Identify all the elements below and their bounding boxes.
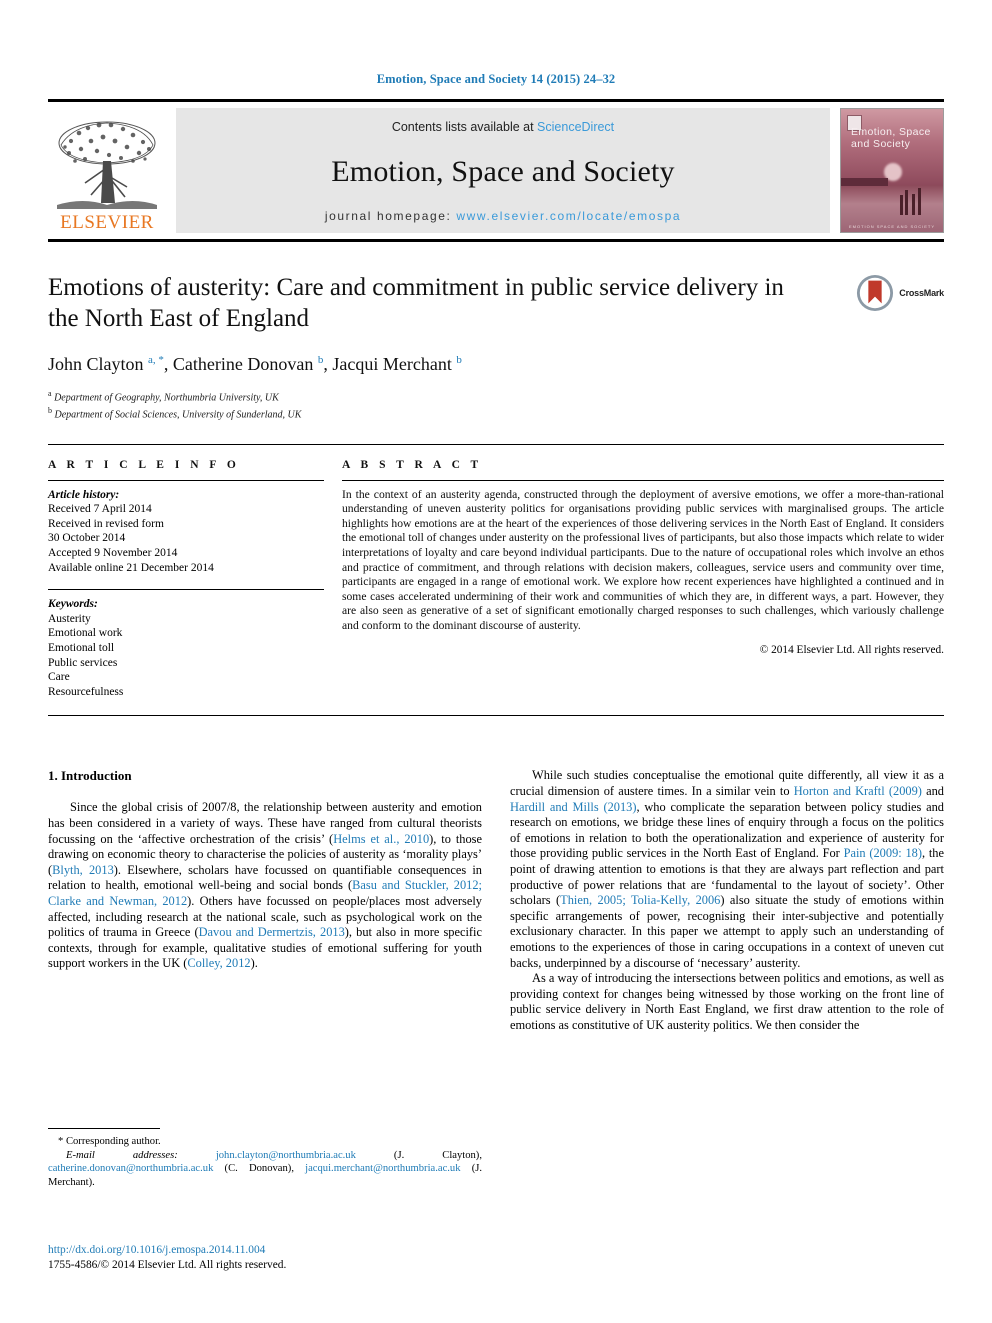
email-link[interactable]: jacqui.merchant@northumbria.ac.uk [305, 1163, 460, 1174]
abstract-column: A B S T R A C T In the context of an aus… [342, 459, 944, 700]
email-owner-name: (J. Clayton), [355, 1149, 482, 1161]
keyword-item: Resourcefulness [48, 685, 124, 698]
elsevier-logo: ELSEVIER [48, 108, 166, 233]
footnote-block: * Corresponding author. E-mail addresses… [48, 1128, 482, 1189]
text-run: and [921, 783, 944, 798]
paragraph: As a way of introducing the intersection… [510, 971, 944, 1033]
elsevier-tree-icon [57, 121, 157, 209]
crossmark-badge[interactable]: CrossMark [856, 274, 944, 312]
history-item: Available online 21 December 2014 [48, 561, 214, 574]
abstract-text: In the context of an austerity agenda, c… [342, 487, 944, 632]
text-run: ). [250, 956, 258, 971]
elsevier-wordmark: ELSEVIER [60, 212, 154, 233]
masthead-center: Contents lists available at ScienceDirec… [176, 108, 830, 233]
citation-link[interactable]: Helms et al., 2010 [333, 832, 429, 846]
email-owner-name: (C. Donovan), [213, 1163, 306, 1175]
cover-post [905, 190, 909, 215]
title-block: Emotions of austerity: Care and commitme… [48, 272, 944, 422]
cover-title: Emotion, Space and Society [851, 126, 931, 150]
affiliation-b-text: Department of Social Sciences, Universit… [54, 409, 302, 421]
article-history-block: Article history: Received 7 April 2014 R… [48, 481, 324, 576]
body-column-left: 1. Introduction Since the global crisis … [48, 768, 482, 1033]
info-abstract-region: A R T I C L E I N F O Article history: R… [48, 443, 944, 700]
citation-link[interactable]: Horton and Kraftl (2009) [794, 784, 922, 798]
crossmark-label: CrossMark [899, 288, 944, 298]
cover-land [841, 177, 888, 187]
citation-link[interactable]: Davou and Dermertzis, 2013 [199, 925, 345, 939]
citation-link[interactable]: Thien, 2005; Tolia-Kelly, 2006 [560, 893, 720, 907]
section-divider [48, 715, 944, 717]
crossmark-icon [857, 274, 894, 312]
keyword-item: Care [48, 671, 70, 684]
corresponding-author-note: * Corresponding author. [48, 1135, 482, 1149]
journal-title: Emotion, Space and Society [331, 154, 675, 188]
contents-available-line: Contents lists available at ScienceDirec… [392, 120, 614, 134]
affiliation-a-text: Department of Geography, Northumbria Uni… [54, 392, 279, 404]
article-info-heading: A R T I C L E I N F O [48, 458, 240, 471]
article-page: Emotion, Space and Society 14 (2015) 24–… [0, 0, 992, 1323]
email-addresses-label: E-mail addresses: [66, 1149, 216, 1161]
abstract-heading: A B S T R A C T [342, 458, 483, 471]
homepage-label: journal homepage: [324, 209, 457, 223]
affiliations: a Department of Geography, Northumbria U… [48, 387, 944, 422]
article-info-column: A R T I C L E I N F O Article history: R… [48, 459, 324, 700]
text-run: As a way of introducing the intersection… [510, 971, 944, 1032]
keyword-item: Public services [48, 656, 118, 669]
issn-copyright-line: 1755-4586/© 2014 Elsevier Ltd. All right… [48, 1259, 287, 1271]
journal-masthead: ELSEVIER Contents lists available at Sci… [48, 99, 944, 242]
history-item: 30 October 2014 [48, 532, 126, 545]
keywords-block: Keywords: Austerity Emotional work Emoti… [48, 590, 324, 699]
keyword-item: Emotional work [48, 627, 123, 640]
keyword-item: Austerity [48, 612, 91, 625]
cover-post [912, 193, 916, 215]
history-item: Received in revised form [48, 517, 164, 530]
running-head: Emotion, Space and Society 14 (2015) 24–… [376, 72, 616, 86]
paragraph: Since the global crisis of 2007/8, the r… [48, 800, 482, 972]
keywords-label: Keywords: [48, 598, 98, 611]
citation-link[interactable]: Hardill and Mills (2013) [510, 800, 636, 814]
keyword-item: Emotional toll [48, 642, 115, 654]
footnote-rule [48, 1128, 160, 1129]
section-heading-introduction: 1. Introduction [48, 768, 132, 784]
article-history-label: Article history: [48, 488, 120, 501]
cover-post [900, 195, 904, 215]
abstract-copyright: © 2014 Elsevier Ltd. All rights reserved… [759, 643, 944, 656]
corresponding-author-text: * Corresponding author. [58, 1136, 161, 1147]
citation-link[interactable]: Colley, 2012 [187, 956, 250, 970]
paragraph: While such studies conceptualise the emo… [510, 768, 944, 971]
doi-block: http://dx.doi.org/10.1016/j.emospa.2014.… [48, 1243, 482, 1273]
sciencedirect-link[interactable]: ScienceDirect [537, 120, 614, 134]
journal-cover-thumbnail[interactable]: Emotion, Space and Society EMOTION SPACE… [840, 108, 944, 233]
page-title: Emotions of austerity: Care and commitme… [48, 274, 784, 332]
citation-link[interactable]: Blyth, 2013 [52, 863, 114, 877]
history-item: Received 7 April 2014 [48, 503, 152, 516]
affiliation-b: b Department of Social Sciences, Univers… [48, 406, 302, 421]
citation-link[interactable]: Pain (2009: 18) [844, 846, 922, 860]
history-item: Accepted 9 November 2014 [48, 547, 178, 560]
email-addresses-note: E-mail addresses: john.clayton@northumbr… [48, 1149, 482, 1190]
email-link[interactable]: catherine.donovan@northumbria.ac.uk [48, 1163, 213, 1174]
body-column-right: While such studies conceptualise the emo… [510, 768, 944, 1033]
body-columns: 1. Introduction Since the global crisis … [48, 768, 944, 1033]
affiliation-a: a Department of Geography, Northumbria U… [48, 389, 279, 404]
cover-post [917, 187, 921, 215]
journal-homepage-line: journal homepage: www.elsevier.com/locat… [325, 209, 681, 223]
contents-prefix: Contents lists available at [391, 120, 538, 134]
doi-link[interactable]: http://dx.doi.org/10.1016/j.emospa.2014.… [48, 1243, 482, 1258]
authors-list: John Clayton a, *, Catherine Donovan b, … [48, 354, 462, 374]
cover-footer-text: EMOTION SPACE AND SOCIETY [848, 224, 936, 229]
email-link[interactable]: john.clayton@northumbria.ac.uk [216, 1150, 356, 1161]
homepage-url-link[interactable]: www.elsevier.com/locate/emospa [456, 209, 681, 223]
